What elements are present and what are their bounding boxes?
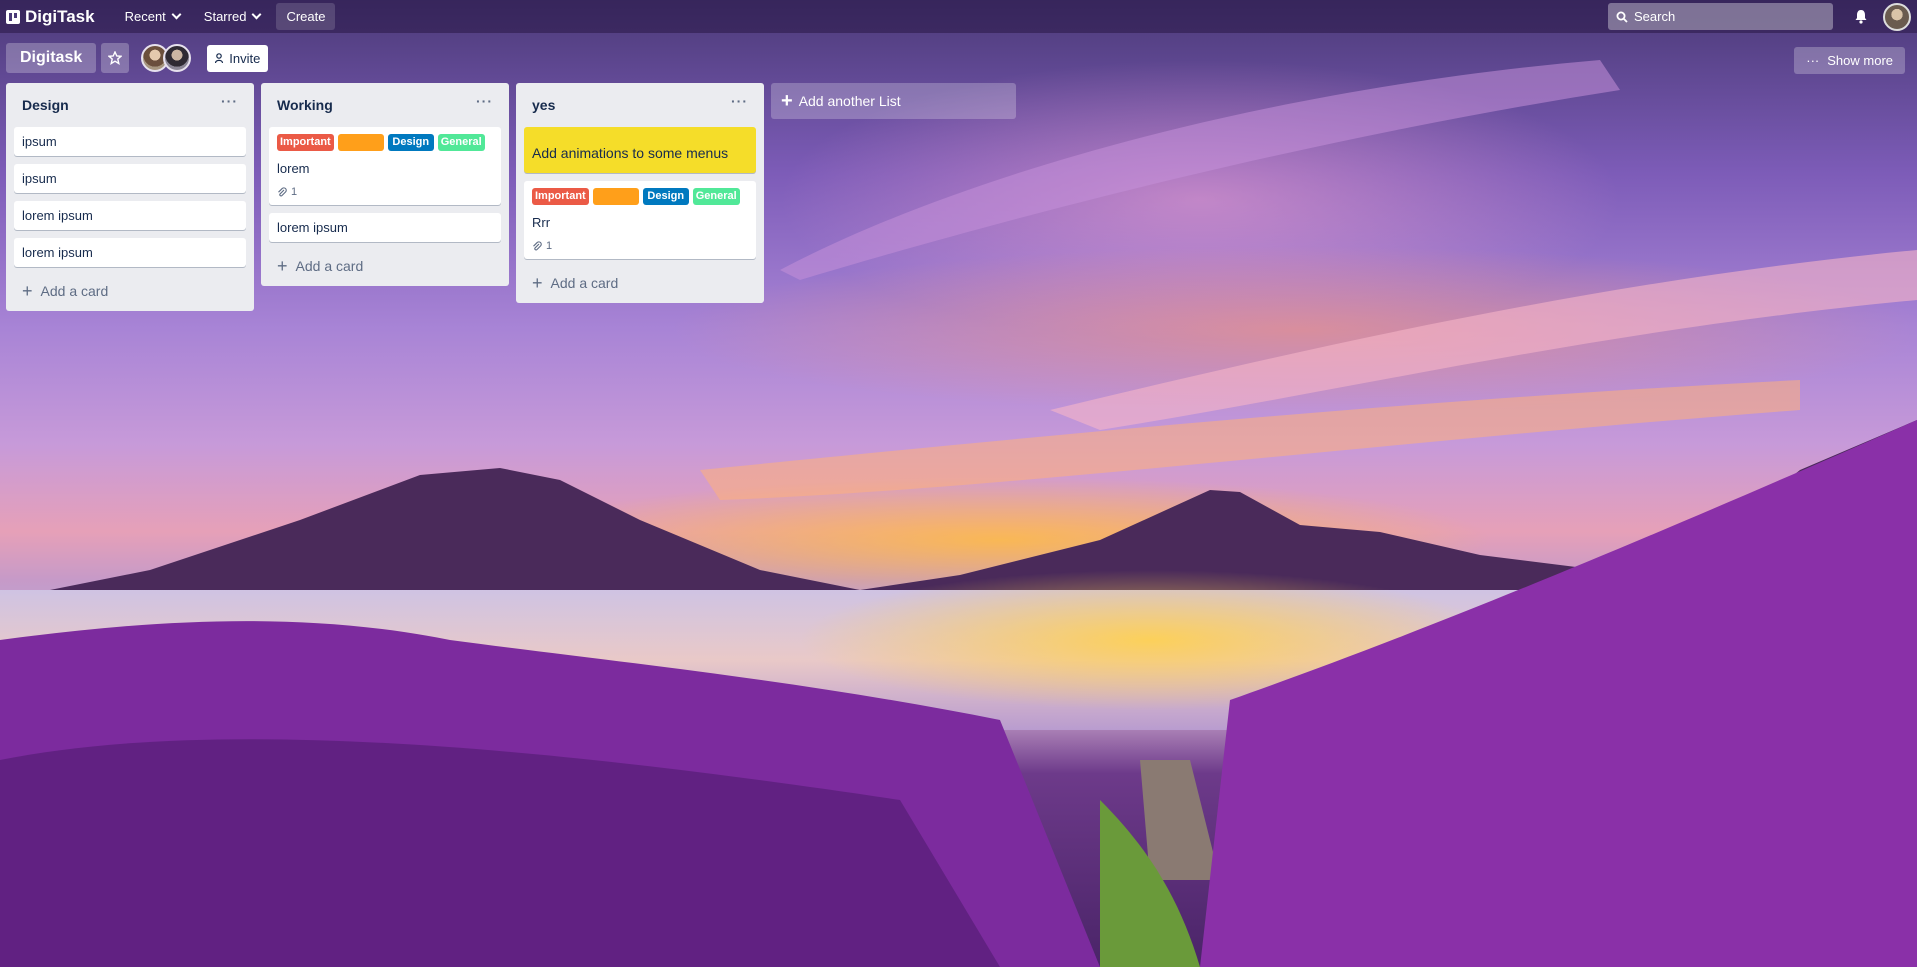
recent-menu-button[interactable]: Recent xyxy=(117,3,188,30)
board-title[interactable]: Digitask xyxy=(6,43,97,73)
starred-label: Starred xyxy=(203,9,247,24)
board-lists: Design ··· ipsum ipsum lorem ipsum lorem… xyxy=(6,83,1016,311)
add-card-label: Add a card xyxy=(40,283,109,299)
starred-menu-button[interactable]: Starred xyxy=(196,3,269,30)
show-more-label: Show more xyxy=(1827,53,1893,68)
list-yes: yes ··· Add animations to some menus Imp… xyxy=(516,83,764,303)
app-logo[interactable]: DigiTask xyxy=(6,7,95,27)
card[interactable]: ipsum xyxy=(14,164,246,193)
add-person-icon xyxy=(215,52,224,63)
card[interactable]: Add animations to some menus xyxy=(524,127,756,173)
add-card-button[interactable]: + Add a card xyxy=(524,267,756,295)
add-card-button[interactable]: + Add a card xyxy=(14,275,246,303)
card-labels: Important Design General xyxy=(532,188,748,205)
add-card-button[interactable]: + Add a card xyxy=(269,250,501,278)
label-orange[interactable] xyxy=(337,134,384,151)
create-label: Create xyxy=(286,9,326,24)
board-members xyxy=(141,44,192,72)
list-header: Design ··· xyxy=(14,83,246,127)
card[interactable]: lorem ipsum xyxy=(14,238,246,267)
card[interactable]: ipsum xyxy=(14,127,246,156)
notifications-bell-icon[interactable] xyxy=(1851,7,1871,27)
list-header: Working ··· xyxy=(269,83,501,127)
label-orange[interactable] xyxy=(592,188,639,205)
card-badges: 1 xyxy=(277,186,493,198)
invite-button[interactable]: Invite xyxy=(207,44,269,72)
label-design[interactable]: Design xyxy=(642,188,689,205)
attachment-count: 1 xyxy=(546,240,553,252)
more-dots-icon: ··· xyxy=(1806,53,1820,68)
label-important[interactable]: Important xyxy=(277,134,334,151)
card-labels: Important Design General xyxy=(277,134,493,151)
card-badges: 1 xyxy=(532,240,748,252)
list-menu-icon[interactable]: ··· xyxy=(221,93,238,109)
list-working: Working ··· Important Design General lor… xyxy=(261,83,509,286)
recent-label: Recent xyxy=(124,9,166,24)
paperclip-icon xyxy=(533,241,542,251)
label-general[interactable]: General xyxy=(692,188,740,205)
search-icon xyxy=(1616,11,1628,23)
board-logo-icon xyxy=(6,9,20,24)
search-box[interactable] xyxy=(1608,3,1833,30)
add-card-label: Add a card xyxy=(295,258,364,274)
list-menu-icon[interactable]: ··· xyxy=(476,93,493,109)
paperclip-icon xyxy=(278,187,287,197)
invite-label: Invite xyxy=(229,50,261,66)
card[interactable]: lorem ipsum xyxy=(14,201,246,230)
label-general[interactable]: General xyxy=(437,134,485,151)
plus-icon: + xyxy=(277,256,288,276)
star-board-button[interactable] xyxy=(101,43,130,73)
card-title: lorem xyxy=(277,161,310,176)
add-list-button[interactable]: + Add another List xyxy=(771,83,1016,119)
card[interactable]: lorem ipsum xyxy=(269,213,501,242)
search-input[interactable] xyxy=(1634,9,1814,24)
list-menu-icon[interactable]: ··· xyxy=(731,93,748,109)
create-button[interactable]: Create xyxy=(276,3,336,30)
chevron-down-icon xyxy=(251,9,262,20)
star-icon xyxy=(108,51,123,65)
card-title: Rrr xyxy=(532,215,551,230)
user-avatar[interactable] xyxy=(1883,2,1911,31)
top-navigation-bar: DigiTask Recent Starred Create xyxy=(0,0,1917,33)
board-header: Digitask Invite xyxy=(6,43,269,73)
attachment-count: 1 xyxy=(291,186,298,198)
list-title[interactable]: Design xyxy=(22,97,69,113)
label-important[interactable]: Important xyxy=(532,188,589,205)
add-card-label: Add a card xyxy=(550,275,619,291)
chevron-down-icon xyxy=(171,9,182,20)
member-avatar[interactable] xyxy=(163,44,192,72)
plus-icon: + xyxy=(22,281,33,301)
card[interactable]: Important Design General Rrr 1 xyxy=(524,181,756,259)
label-design[interactable]: Design xyxy=(387,134,434,151)
card[interactable]: Important Design General lorem 1 xyxy=(269,127,501,205)
app-name: DigiTask xyxy=(25,6,95,26)
list-header: yes ··· xyxy=(524,83,756,127)
plus-icon: + xyxy=(532,273,543,293)
list-design: Design ··· ipsum ipsum lorem ipsum lorem… xyxy=(6,83,254,311)
plus-icon: + xyxy=(781,90,793,112)
list-title[interactable]: yes xyxy=(532,97,555,113)
show-more-button[interactable]: ··· Show more xyxy=(1794,47,1905,74)
list-title[interactable]: Working xyxy=(277,97,333,113)
add-list-label: Add another List xyxy=(798,93,901,109)
